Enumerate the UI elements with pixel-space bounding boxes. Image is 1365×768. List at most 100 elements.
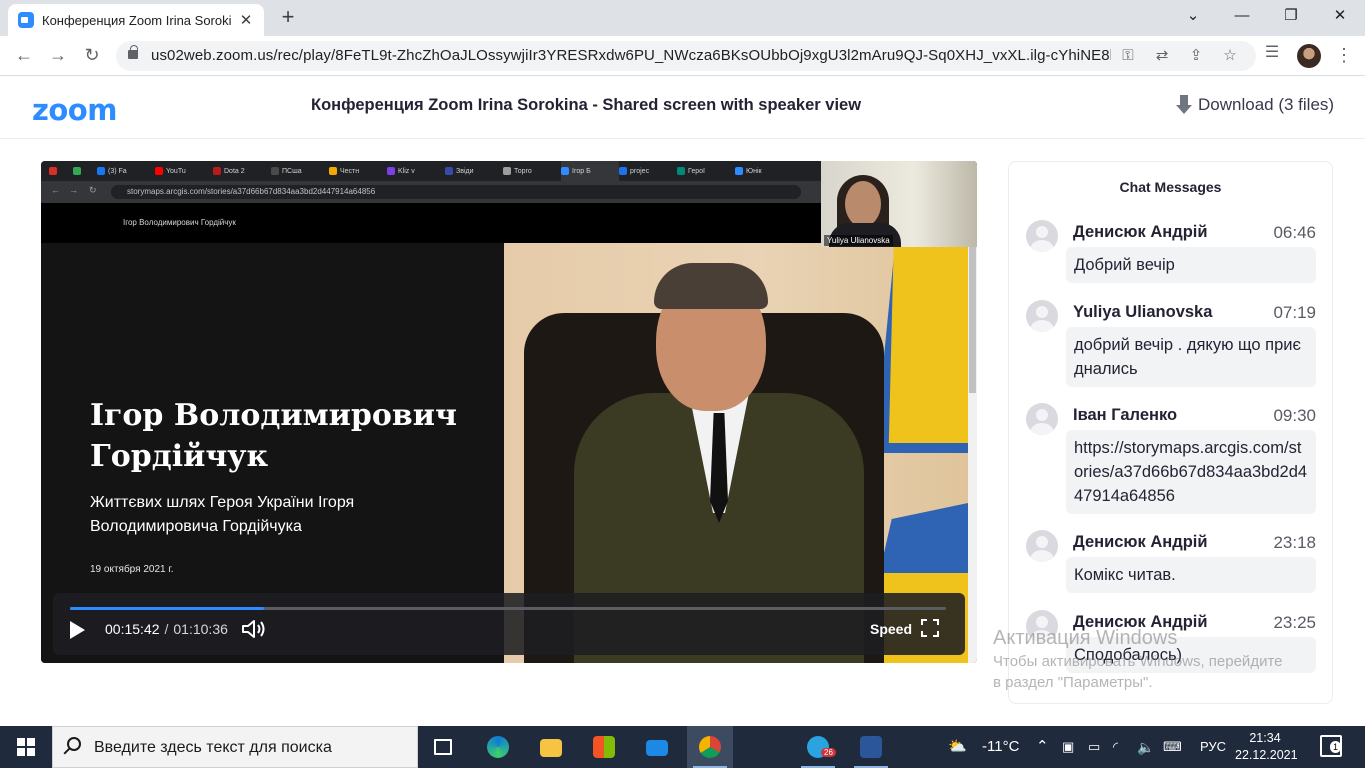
store-icon xyxy=(593,736,615,758)
shared-tab-label: Герої xyxy=(688,167,705,175)
shared-tab: Звіди xyxy=(445,167,503,175)
shared-tab: Герої xyxy=(677,167,735,175)
back-button[interactable]: ← xyxy=(12,44,36,68)
browser-tab-active[interactable]: Конференция Zoom Irina Soroki ✕ xyxy=(8,4,264,36)
shared-tab: YouTu xyxy=(155,167,213,175)
browser-toolbar: ← → ↻ us02web.zoom.us/rec/play/8FeTL9t-Z… xyxy=(0,36,1365,76)
address-bar[interactable]: us02web.zoom.us/rec/play/8FeTL9t-ZhcZhOa… xyxy=(116,41,1256,71)
shared-tab-label: Kliz v xyxy=(398,167,415,175)
weather-temp[interactable]: -11°C xyxy=(982,726,1019,768)
lock-icon[interactable] xyxy=(128,45,138,59)
speed-button[interactable]: Speed xyxy=(870,621,912,637)
battery-icon[interactable]: ▭ xyxy=(1088,726,1100,768)
user-avatar-icon xyxy=(1026,300,1058,332)
chat-panel[interactable]: Chat Messages Денисюк Андрій 06:46 Добри… xyxy=(1008,161,1333,704)
share-icon[interactable]: ⇪ xyxy=(1186,47,1206,67)
forward-button[interactable]: → xyxy=(46,44,70,68)
download-label: Download (3 files) xyxy=(1198,95,1335,114)
shared-tab-favicon-icon xyxy=(155,167,163,175)
reading-list-icon[interactable]: ☰ xyxy=(1262,44,1282,64)
message-time[interactable]: 09:30 xyxy=(1273,406,1316,426)
duration: 01:10:36 xyxy=(173,621,228,637)
message-sender: Денисюк Андрій xyxy=(1073,223,1208,241)
browser-menu-icon[interactable]: ⋮ xyxy=(1334,44,1354,68)
user-avatar-icon xyxy=(1026,220,1058,252)
browser-tabstrip: Конференция Zoom Irina Soroki ✕ + ⌄ — ❐ … xyxy=(0,0,1365,36)
message-link[interactable]: https://storymaps.arcgis.com/stories/a37… xyxy=(1066,430,1316,514)
speaker-volume-icon[interactable]: 🔈 xyxy=(1137,726,1154,768)
user-avatar-icon xyxy=(1026,610,1058,642)
shared-tab: (3) Fa xyxy=(97,167,155,175)
shared-tab-favicon-icon xyxy=(503,167,511,175)
network-icon[interactable]: ◜ xyxy=(1113,726,1118,768)
shared-tab: Kliz v xyxy=(387,167,445,175)
url-text[interactable]: us02web.zoom.us/rec/play/8FeTL9t-ZhcZhOa… xyxy=(151,47,1111,64)
tray-chevron-icon[interactable]: ⌃ xyxy=(1036,726,1049,768)
message-time[interactable]: 23:25 xyxy=(1273,613,1316,633)
volume-icon[interactable] xyxy=(241,618,267,640)
telegram-app[interactable]: 26 xyxy=(795,726,841,768)
story-header: Ігор Володимирович Гордійчук xyxy=(41,203,821,243)
zoom-header: zoom Конференция Zoom Irina Sorokina - S… xyxy=(0,77,1365,139)
file-explorer-app[interactable] xyxy=(528,726,574,768)
message-text: добрий вечір . дякую що приєднались xyxy=(1066,327,1316,387)
mail-app[interactable] xyxy=(634,726,680,768)
new-tab-button[interactable]: + xyxy=(276,6,300,30)
progress-fill xyxy=(70,607,265,610)
message-text: Сподобалось) xyxy=(1066,637,1316,673)
shared-tab-label: Честн xyxy=(340,167,360,175)
edge-app[interactable] xyxy=(475,726,521,768)
message-time[interactable]: 06:46 xyxy=(1273,223,1316,243)
tray-app-icon[interactable]: ▣ xyxy=(1062,726,1074,768)
chat-title: Chat Messages xyxy=(1119,179,1222,195)
zoom-logo[interactable]: zoom xyxy=(32,93,117,127)
restore-button[interactable]: ❐ xyxy=(1268,4,1314,30)
password-key-icon[interactable]: ⚿ xyxy=(1118,47,1138,67)
shared-tab-label: ПСша xyxy=(282,167,302,175)
message-time[interactable]: 07:19 xyxy=(1273,303,1316,323)
tab-search-dropdown-icon[interactable]: ⌄ xyxy=(1170,4,1216,30)
shared-tab-favicon-icon xyxy=(619,167,627,175)
shared-tab-favicon-icon xyxy=(271,167,279,175)
window-close-button[interactable]: ✕ xyxy=(1317,4,1363,30)
shared-tab: Честн xyxy=(329,167,387,175)
message-sender: Денисюк Андрій xyxy=(1073,533,1208,551)
shared-tab-label: Звіди xyxy=(456,167,474,175)
shared-tab-favicon-icon xyxy=(73,167,81,175)
download-icon xyxy=(1176,95,1192,115)
current-time: 00:15:42 xyxy=(105,621,160,637)
taskbar-clock[interactable]: 21:34 22.12.2021 xyxy=(1235,730,1298,764)
language-indicator[interactable]: РУС xyxy=(1200,726,1226,768)
play-icon[interactable] xyxy=(70,621,85,639)
translate-icon[interactable]: ⇄ xyxy=(1152,47,1172,67)
task-view-button[interactable] xyxy=(420,726,466,768)
weather-icon[interactable]: ⛅ xyxy=(948,726,976,768)
message-text: Добрий вечір xyxy=(1066,247,1316,283)
word-app[interactable] xyxy=(848,726,894,768)
download-button[interactable]: Download (3 files) xyxy=(1176,95,1334,115)
progress-bar[interactable] xyxy=(70,607,946,610)
telegram-badge: 26 xyxy=(821,748,836,757)
reload-button[interactable]: ↻ xyxy=(80,44,104,68)
start-button[interactable] xyxy=(0,726,52,768)
fullscreen-icon[interactable] xyxy=(921,619,939,637)
message-time[interactable]: 23:18 xyxy=(1273,533,1316,553)
message-sender: Іван Галенко xyxy=(1073,406,1178,424)
video-player[interactable]: (3) Fa YouTu Dota 2 ПСша Честн Kliz v Звіди Тор… xyxy=(41,161,977,663)
recording-title: Конференция Zoom Irina Sorokina - Shared… xyxy=(311,96,862,114)
minimize-button[interactable]: — xyxy=(1219,4,1265,30)
keyboard-icon[interactable]: ⌨ xyxy=(1163,726,1182,768)
notification-center-icon[interactable]: 1 xyxy=(1320,735,1342,757)
chrome-app[interactable] xyxy=(687,726,733,768)
tab-close-icon[interactable]: ✕ xyxy=(238,11,254,29)
taskbar-search[interactable]: Введите здесь текст для поиска xyxy=(52,726,418,768)
bookmark-star-icon[interactable]: ☆ xyxy=(1220,47,1240,67)
profile-avatar[interactable] xyxy=(1297,44,1321,68)
user-avatar-icon xyxy=(1026,403,1058,435)
edge-icon xyxy=(487,736,509,758)
person-name: Ігор Володимирович Гордійчук xyxy=(90,398,457,474)
story-header-title: Ігор Володимирович Гордійчук xyxy=(123,218,236,227)
store-app[interactable] xyxy=(581,726,627,768)
zoom-favicon-icon xyxy=(18,12,34,28)
story-date: 19 октября 2021 г. xyxy=(90,564,174,575)
